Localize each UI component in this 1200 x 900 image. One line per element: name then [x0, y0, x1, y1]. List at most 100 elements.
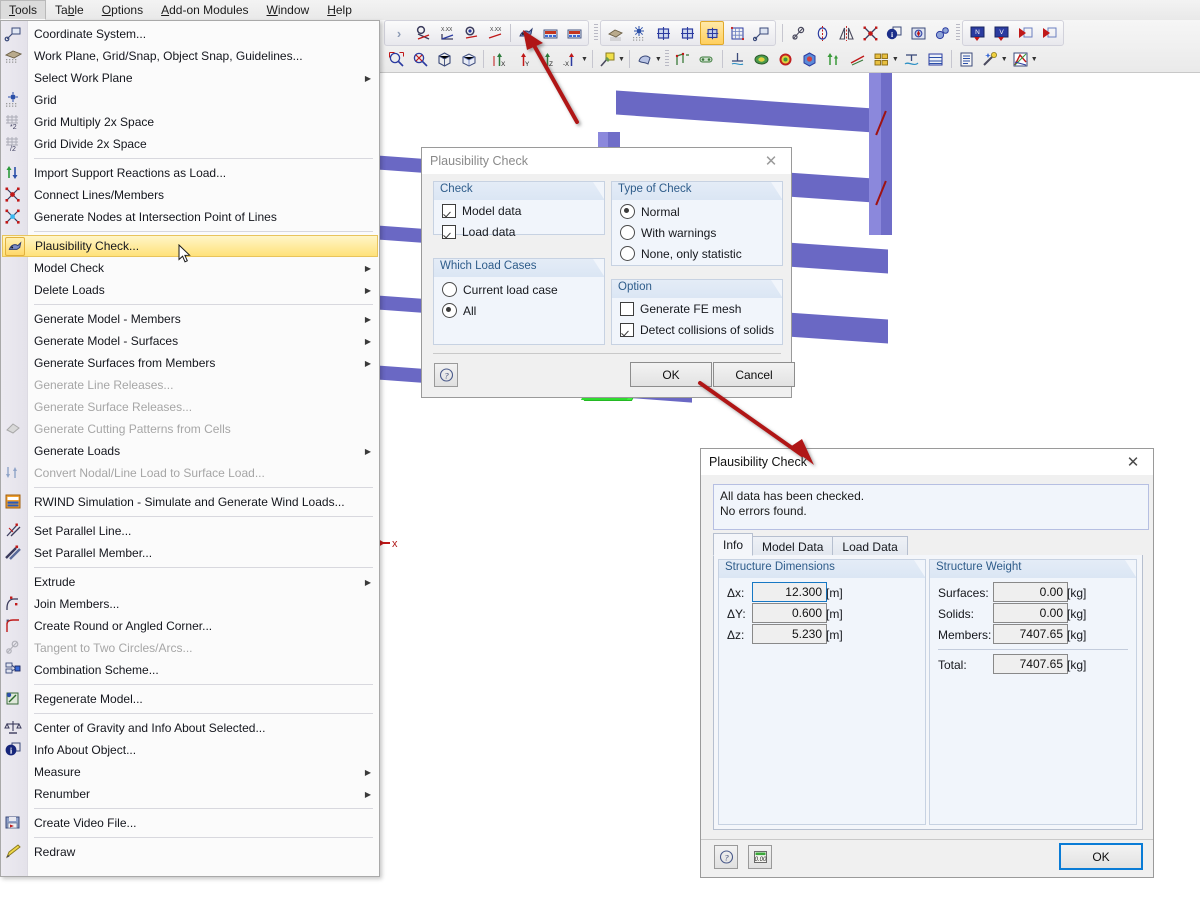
- menu-item-coordinate-system[interactable]: Coordinate System...: [1, 23, 379, 45]
- chevron-down-icon[interactable]: ▼: [892, 56, 899, 63]
- zoom-window-icon[interactable]: [385, 48, 407, 70]
- checkbox-model-data[interactable]: Model data: [442, 204, 521, 218]
- graph-result-icon[interactable]: [1010, 48, 1032, 70]
- render-solid-icon[interactable]: [604, 22, 626, 44]
- checkbox-detect-collisions[interactable]: Detect collisions of solids: [620, 323, 774, 337]
- menu-item-set-parallel-member[interactable]: Set Parallel Member...: [1, 542, 379, 564]
- render-mode-icon[interactable]: [597, 48, 619, 70]
- new-feature-icon[interactable]: [980, 48, 1002, 70]
- menu-item-grid[interactable]: Grid: [1, 89, 379, 111]
- rotate-axis-icon[interactable]: [811, 22, 833, 44]
- load-check-icon[interactable]: [563, 22, 585, 44]
- settings-gears-icon[interactable]: [931, 22, 953, 44]
- result-diagram-1-icon[interactable]: N: [966, 22, 988, 44]
- menu-item-import-support-reactions[interactable]: Import Support Reactions as Load...: [1, 162, 379, 184]
- toolbar-grip[interactable]: [956, 24, 960, 42]
- radio-current-load-case[interactable]: Current load case: [442, 282, 558, 297]
- plausibility-check-result-dialog[interactable]: Plausibility Check ✕ All data has been c…: [700, 448, 1154, 878]
- menu-item-create-round-corner[interactable]: Create Round or Angled Corner...: [1, 615, 379, 637]
- toolbar-grip[interactable]: [594, 24, 598, 42]
- radio-all-load-cases[interactable]: All: [442, 303, 476, 318]
- connect-lines-icon[interactable]: [859, 22, 881, 44]
- help-icon[interactable]: ?: [714, 845, 738, 869]
- dialog-titlebar[interactable]: Plausibility Check ✕: [422, 148, 791, 174]
- support-icon[interactable]: [727, 48, 749, 70]
- result-diagram-2-icon[interactable]: V: [990, 22, 1012, 44]
- chevron-down-icon[interactable]: ▼: [655, 56, 662, 63]
- checkbox-box[interactable]: [620, 323, 634, 337]
- menu-item-generate-loads[interactable]: Generate Loads ▶: [1, 440, 379, 462]
- ok-button[interactable]: OK: [630, 362, 712, 387]
- menu-item-delete-loads[interactable]: Delete Loads ▶: [1, 279, 379, 301]
- chevron-down-icon[interactable]: ▼: [581, 56, 588, 63]
- menu-item-combination-scheme[interactable]: Combination Scheme...: [1, 659, 379, 681]
- chevron-down-icon[interactable]: ▼: [1001, 56, 1008, 63]
- dialog-titlebar[interactable]: Plausibility Check ✕: [701, 449, 1153, 475]
- camera-view-icon[interactable]: [907, 22, 929, 44]
- radio-circle[interactable]: [442, 282, 457, 297]
- surface-color-icon[interactable]: [751, 48, 773, 70]
- model-check-icon[interactable]: [539, 22, 561, 44]
- view-cube-3-icon[interactable]: [700, 21, 724, 45]
- radio-circle[interactable]: [442, 303, 457, 318]
- surface-render-icon[interactable]: [634, 48, 656, 70]
- coordinate-system-icon[interactable]: [750, 22, 772, 44]
- cancel-button[interactable]: Cancel: [713, 362, 795, 387]
- menu-item-grid-multiply[interactable]: *2 Grid Multiply 2x Space: [1, 111, 379, 133]
- solid-result-icon[interactable]: [775, 48, 797, 70]
- radio-with-warnings[interactable]: With warnings: [620, 225, 716, 240]
- menu-item-grid-divide[interactable]: /2 Grid Divide 2x Space: [1, 133, 379, 155]
- dimension-xxx2-icon[interactable]: X.XX: [484, 22, 506, 44]
- plausibility-check-settings-dialog[interactable]: Plausibility Check ✕ Check Model data Lo…: [421, 147, 795, 398]
- tangent-icon[interactable]: [787, 22, 809, 44]
- checkbox-box[interactable]: [442, 204, 456, 218]
- checkbox-load-data[interactable]: Load data: [442, 225, 515, 239]
- dimension-xxx-icon[interactable]: X.XX: [436, 22, 458, 44]
- load-case-icon[interactable]: [871, 48, 893, 70]
- info-object-icon[interactable]: i: [883, 22, 905, 44]
- tab-model-data[interactable]: Model Data: [752, 536, 834, 556]
- result-flag-2-icon[interactable]: [1038, 22, 1060, 44]
- checkbox-box[interactable]: [620, 302, 634, 316]
- menu-item-connect-lines-members[interactable]: Connect Lines/Members: [1, 184, 379, 206]
- result-flag-1-icon[interactable]: [1014, 22, 1036, 44]
- menu-item-generate-nodes-intersection[interactable]: Generate Nodes at Intersection Point of …: [1, 206, 379, 228]
- menu-item-redraw[interactable]: Redraw: [1, 841, 379, 863]
- chevron-down-icon[interactable]: ▼: [1031, 56, 1038, 63]
- view-eye-icon[interactable]: [460, 22, 482, 44]
- menu-window[interactable]: Window: [258, 0, 319, 20]
- radio-circle[interactable]: [620, 204, 635, 219]
- view-x-icon[interactable]: X: [488, 48, 510, 70]
- menu-tools[interactable]: Tools: [0, 0, 47, 20]
- menu-item-renumber[interactable]: Renumber ▶: [1, 783, 379, 805]
- line-member-icon[interactable]: [672, 48, 694, 70]
- menu-item-center-of-gravity[interactable]: Center of Gravity and Info About Selecte…: [1, 717, 379, 739]
- tab-info[interactable]: Info: [713, 533, 754, 556]
- view-negative-x-icon[interactable]: -X: [560, 48, 582, 70]
- close-icon[interactable]: ✕: [751, 148, 791, 174]
- ok-button[interactable]: OK: [1059, 843, 1143, 870]
- next-icon[interactable]: ›: [388, 22, 410, 44]
- view-cube-2-icon[interactable]: [676, 22, 698, 44]
- menu-item-work-plane[interactable]: Work Plane, Grid/Snap, Object Snap, Guid…: [1, 45, 379, 67]
- radio-normal[interactable]: Normal: [620, 204, 680, 219]
- menu-help[interactable]: Help: [318, 0, 361, 20]
- dimension-slope-icon[interactable]: [412, 22, 434, 44]
- menu-item-generate-surfaces-from-members[interactable]: Generate Surfaces from Members ▶: [1, 352, 379, 374]
- line-load-icon[interactable]: [847, 48, 869, 70]
- menu-item-set-parallel-line[interactable]: Set Parallel Line...: [1, 520, 379, 542]
- checkbox-box[interactable]: [442, 225, 456, 239]
- menu-item-regenerate-model[interactable]: Regenerate Model...: [1, 688, 379, 710]
- menu-table[interactable]: Table: [46, 0, 93, 20]
- menu-item-rwind-simulation[interactable]: RWIND Simulation - Simulate and Generate…: [1, 491, 379, 513]
- view-y-icon[interactable]: Y: [512, 48, 534, 70]
- tools-dropdown-menu[interactable]: Coordinate System... Work Plane, Grid/Sn…: [0, 20, 380, 877]
- member-type-icon[interactable]: [696, 48, 718, 70]
- view-cube-1-icon[interactable]: [652, 22, 674, 44]
- grid-display-icon[interactable]: [628, 22, 650, 44]
- fe-mesh-icon[interactable]: [726, 22, 748, 44]
- menu-options[interactable]: Options: [93, 0, 152, 20]
- radio-none-only-statistic[interactable]: None, only statistic: [620, 246, 742, 261]
- menu-item-join-members[interactable]: Join Members...: [1, 593, 379, 615]
- radio-circle[interactable]: [620, 225, 635, 240]
